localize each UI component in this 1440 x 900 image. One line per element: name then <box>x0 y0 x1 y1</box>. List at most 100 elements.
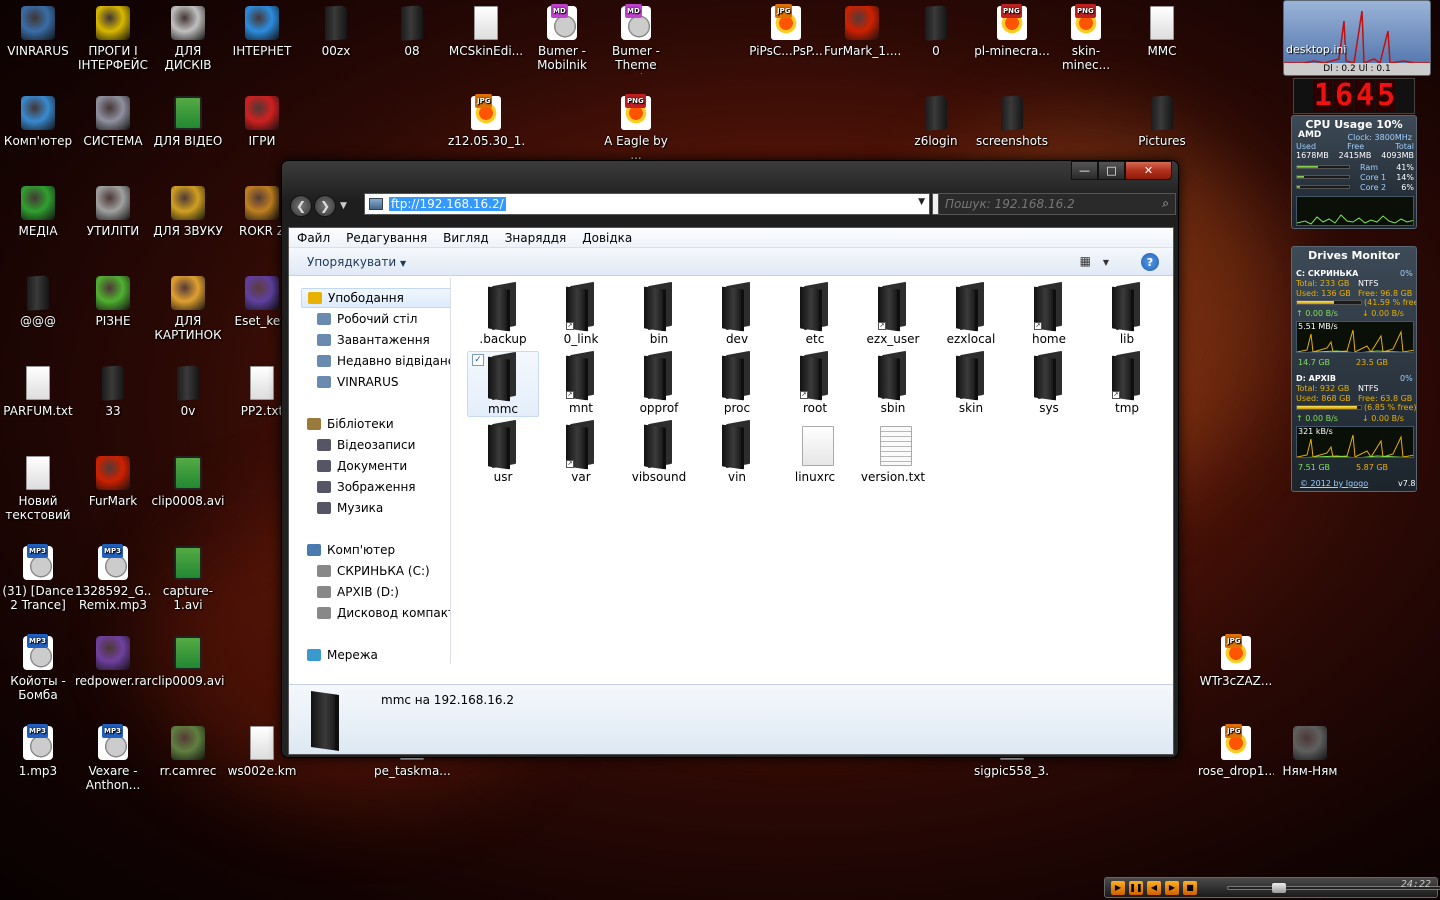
desktop-icon[interactable]: JPG PiPsC...PsP... <box>748 0 824 88</box>
minimize-button[interactable]: — <box>1071 161 1098 180</box>
drives-monitor-gadget[interactable]: Drives Monitor C: СКРИНЬКА 0% Total: 233 G… <box>1291 246 1417 492</box>
menu-item-2[interactable]: Вигляд <box>435 231 497 245</box>
file-item[interactable]: .backup <box>467 281 539 348</box>
desktop-icon[interactable]: Комп'ютер <box>0 90 76 178</box>
desktop-icon[interactable]: @@@ <box>0 270 76 358</box>
nav-item[interactable]: АРХІВ (D:) <box>311 582 399 602</box>
menu-item-3[interactable]: Знаряддя <box>497 231 575 245</box>
desktop-icon[interactable]: 33 <box>75 360 151 448</box>
nav-item[interactable]: Мережа <box>301 645 378 664</box>
prev-button[interactable]: ◀ <box>1147 880 1161 895</box>
desktop-icon[interactable]: Ням-Ням <box>1272 720 1348 808</box>
nav-item[interactable]: Документи <box>311 456 407 476</box>
net-meter-gadget[interactable]: desktop.ini Dl : 0.2 Ul : 0.1 <box>1283 0 1431 76</box>
play-button[interactable]: ▶ <box>1111 880 1125 895</box>
menu-item-1[interactable]: Редагування <box>338 231 435 245</box>
maximize-button[interactable]: □ <box>1098 161 1125 180</box>
file-item[interactable]: ↗ var <box>545 419 617 486</box>
desktop-icon[interactable]: ІНТЕРНЕТ <box>224 0 300 88</box>
desktop-icon[interactable]: JPG rose_drop1.... <box>1198 720 1274 808</box>
file-item[interactable]: usr <box>467 419 539 486</box>
nav-item[interactable]: VINRARUS <box>311 372 399 392</box>
desktop-icon[interactable]: VINRARUS <box>0 0 76 88</box>
file-item[interactable]: dev <box>701 281 773 348</box>
file-item[interactable]: ezxlocal <box>935 281 1007 348</box>
file-item[interactable]: ↗ ezx_user <box>857 281 929 348</box>
recent-pages-dropdown[interactable]: ▼ <box>340 201 347 211</box>
nav-item[interactable]: Музика <box>311 498 383 518</box>
file-item[interactable]: skin <box>935 350 1007 417</box>
search-icon[interactable]: ⌕ <box>1162 196 1169 211</box>
file-item[interactable]: ↗ home <box>1013 281 1085 348</box>
desktop-icon[interactable]: clip0008.avi <box>150 450 226 538</box>
search-input[interactable]: Пошук: 192.168.16.2 ⌕ <box>938 193 1176 215</box>
desktop-icon[interactable]: PNG pl-minecra... <box>974 0 1050 88</box>
nav-item[interactable]: Комп'ютер <box>301 540 395 560</box>
desktop-icon[interactable]: rr.camrec <box>150 720 226 808</box>
desktop-icon[interactable]: FurMark_1.... <box>824 0 900 88</box>
desktop-icon[interactable]: PNG skin-minec... <box>1048 0 1124 88</box>
desktop-icon[interactable]: MP3 Койоты - Бомба 201... <box>0 630 76 718</box>
next-button[interactable]: ▶ <box>1165 880 1179 895</box>
desktop-icon[interactable]: MCSkinEdi... <box>448 0 524 88</box>
back-button[interactable]: ❮ <box>290 195 312 217</box>
desktop-icon[interactable]: MD Bumer - Mobilnik v1... <box>524 0 600 88</box>
menu-item-4[interactable]: Довідка <box>574 231 640 245</box>
file-item[interactable]: vibsound <box>623 419 695 486</box>
desktop-icon[interactable]: 00zx <box>298 0 374 88</box>
desktop-icon[interactable]: 0v <box>150 360 226 448</box>
seek-thumb[interactable] <box>1272 883 1286 893</box>
desktop-icon[interactable]: УТИЛІТИ <box>75 180 151 268</box>
nav-item[interactable]: Недавно відвідане <box>311 351 450 371</box>
file-item[interactable]: bin <box>623 281 695 348</box>
desktop-icon[interactable]: ДЛЯ КАРТИНОК <box>150 270 226 358</box>
file-item[interactable]: ↗ mnt <box>545 350 617 417</box>
nav-item[interactable]: Дисковод компакт-д <box>311 603 450 623</box>
file-item[interactable]: lib <box>1091 281 1163 348</box>
desktop-icon[interactable]: MD Bumer - Theme v1_(... <box>598 0 674 88</box>
forward-button[interactable]: ❯ <box>314 195 336 217</box>
nav-item[interactable]: Бібліотеки <box>301 414 394 434</box>
desktop-icon[interactable]: FurMark <box>75 450 151 538</box>
desktop-icon[interactable]: MP3 (31) [Dance 2 Trance] Po... <box>0 540 76 628</box>
desktop-icon[interactable]: 08 <box>374 0 450 88</box>
address-dropdown-icon[interactable]: ▼ <box>918 197 925 207</box>
file-item[interactable]: ↗ tmp <box>1091 350 1163 417</box>
nav-item[interactable]: Відеозаписи <box>311 435 415 455</box>
nav-item[interactable]: СКРИНЬКА (C:) <box>311 561 430 581</box>
organize-button[interactable]: Упорядкувати ▼ <box>289 255 406 269</box>
desktop-icon[interactable]: 0 <box>898 0 974 88</box>
desktop-icon[interactable]: РІЗНЕ <box>75 270 151 358</box>
file-item[interactable]: linuxrc <box>779 420 851 486</box>
nav-item[interactable]: Упободання <box>301 288 450 308</box>
nav-item[interactable]: Робочий стіл <box>311 309 417 329</box>
file-item[interactable]: sys <box>1013 350 1085 417</box>
desktop-icon[interactable]: МЕДІА <box>0 180 76 268</box>
desktop-icon[interactable]: СИСТЕМА <box>75 90 151 178</box>
desktop-icon[interactable]: redpower.rar <box>75 630 151 718</box>
file-item[interactable]: ↗ root <box>779 350 851 417</box>
desktop-icon[interactable]: MP3 Vexare - Anthon... <box>75 720 151 808</box>
address-text[interactable]: ftp://192.168.16.2/ <box>389 197 506 211</box>
file-item[interactable]: proc <box>701 350 773 417</box>
file-item[interactable]: etc <box>779 281 851 348</box>
address-bar[interactable]: ftp://192.168.16.2/ ▼ <box>364 193 930 215</box>
desktop-icon[interactable]: JPG WTr3cZAZ... <box>1198 630 1274 718</box>
file-item[interactable]: ↗ 0_link <box>545 281 617 348</box>
file-item[interactable]: ✓ mmc <box>467 351 539 417</box>
desktop-icon[interactable]: clip0009.avi <box>150 630 226 718</box>
menu-item-0[interactable]: Файл <box>289 231 338 245</box>
pause-button[interactable]: ❚❚ <box>1129 880 1143 895</box>
desktop-icon[interactable]: ДЛЯ ЗВУКУ <box>150 180 226 268</box>
stop-button[interactable]: ■ <box>1183 880 1197 895</box>
file-item[interactable]: vin <box>701 419 773 486</box>
desktop-icon[interactable]: MP3 1.mp3 <box>0 720 76 808</box>
close-button[interactable]: ✕ <box>1125 161 1172 180</box>
desktop-icon[interactable]: PARFUM.txt <box>0 360 76 448</box>
desktop-icon[interactable]: MMC <box>1124 0 1200 88</box>
change-view-button[interactable]: ▦ ▼ <box>1080 254 1109 268</box>
nav-item[interactable]: Завантаження <box>311 330 430 350</box>
desktop-icon[interactable]: Новий текстовий ... <box>0 450 76 538</box>
nav-item[interactable]: Зображення <box>311 477 416 497</box>
desktop-icon[interactable]: ДЛЯ ВІДЕО <box>150 90 226 178</box>
